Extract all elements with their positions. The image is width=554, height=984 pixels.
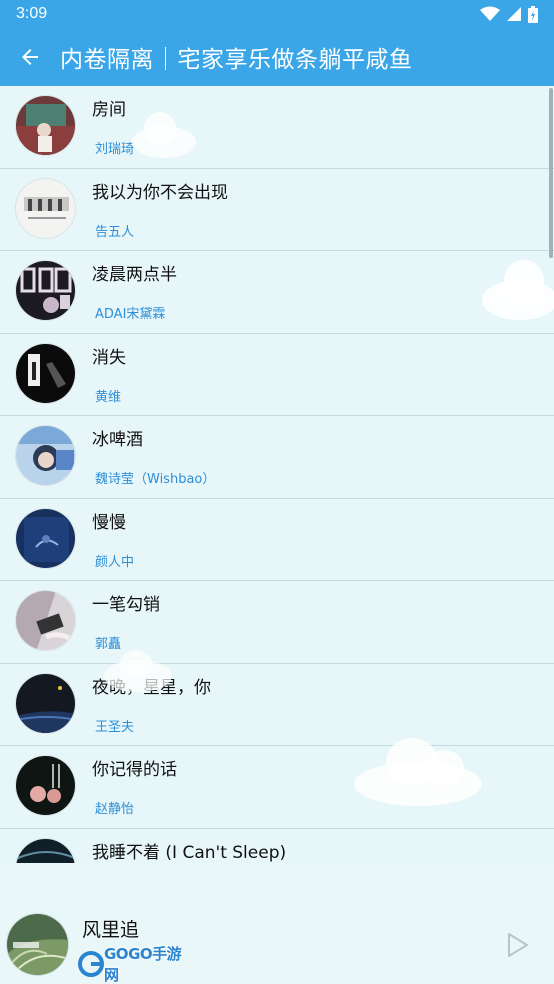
battery-icon xyxy=(528,5,538,23)
watermark-logo-icon xyxy=(78,951,104,977)
watermark: GOGO手游网 xyxy=(78,945,188,984)
song-artist: ADAI宋黛霖 xyxy=(95,307,166,322)
song-row[interactable]: 夜晚，星星，你 王圣夫 xyxy=(0,664,554,746)
song-artist: 告五人 xyxy=(95,224,135,240)
status-icons xyxy=(480,5,538,23)
album-cover xyxy=(15,425,76,486)
app-bar: 内卷隔离｜宅家享乐做条躺平咸鱼 xyxy=(0,28,554,86)
song-title: 凌晨两点半 xyxy=(92,265,177,285)
song-row[interactable]: 我睡不着 (I Can't Sleep) xyxy=(0,829,554,863)
play-icon[interactable] xyxy=(501,930,531,960)
playlist-title: 内卷隔离｜宅家享乐做条躺平咸鱼 xyxy=(60,47,413,73)
status-bar: 3:09 xyxy=(0,0,554,28)
song-artist: 黄维 xyxy=(95,389,122,405)
song-artist: 颜人中 xyxy=(95,554,135,570)
album-cover xyxy=(15,755,76,816)
arrow-left-icon xyxy=(22,49,38,65)
song-title: 夜晚，星星，你 xyxy=(92,677,211,698)
album-cover xyxy=(15,672,76,734)
song-title: 房间 xyxy=(92,100,126,120)
song-row[interactable]: 一笔勾销 郭矗 xyxy=(0,581,554,664)
song-title: 我睡不着 (I Can't Sleep) xyxy=(92,842,287,863)
song-row[interactable]: 冰啤酒 魏诗莹（Wishbao） xyxy=(0,416,554,499)
album-cover xyxy=(15,260,76,321)
song-title: 消失 xyxy=(92,347,126,368)
now-playing-title: 风里追 xyxy=(82,919,140,941)
song-row[interactable]: 慢慢 颜人中 xyxy=(0,499,554,581)
song-title: 你记得的话 xyxy=(92,760,177,780)
signal-icon xyxy=(507,7,521,21)
album-cover xyxy=(15,95,76,156)
album-cover xyxy=(15,590,76,651)
song-list[interactable]: 房间 刘瑞琦 我以为你不会出现 告五人 凌晨两点半 ADAI宋黛霖 消失 黄维 … xyxy=(0,86,554,863)
song-title: 一笔勾销 xyxy=(92,595,160,615)
status-time: 3:09 xyxy=(16,5,48,22)
now-playing-cover[interactable] xyxy=(6,913,69,976)
scrollbar[interactable] xyxy=(549,88,553,258)
album-cover xyxy=(15,837,76,863)
song-row[interactable]: 房间 刘瑞琦 xyxy=(0,86,554,169)
song-artist: 郭矗 xyxy=(95,637,122,652)
song-row[interactable]: 你记得的话 赵静怡 xyxy=(0,746,554,829)
song-title: 慢慢 xyxy=(92,512,126,533)
mini-player[interactable]: 风里追 GOGO手游网 xyxy=(0,863,554,984)
back-button[interactable] xyxy=(0,28,60,86)
song-row[interactable]: 我以为你不会出现 告五人 xyxy=(0,169,554,251)
wifi-icon xyxy=(480,6,500,21)
album-cover xyxy=(15,177,76,239)
song-row[interactable]: 凌晨两点半 ADAI宋黛霖 xyxy=(0,251,554,334)
song-artist: 魏诗莹（Wishbao） xyxy=(95,472,216,487)
song-row[interactable]: 消失 黄维 xyxy=(0,334,554,416)
song-artist: 王圣夫 xyxy=(95,719,135,735)
watermark-text: GOGO手游网 xyxy=(104,945,182,984)
song-artist: 赵静怡 xyxy=(95,802,135,817)
song-title: 我以为你不会出现 xyxy=(92,182,228,203)
song-artist: 刘瑞琦 xyxy=(95,142,135,157)
song-title: 冰啤酒 xyxy=(92,430,143,450)
album-cover xyxy=(15,507,76,569)
album-cover xyxy=(15,342,76,404)
